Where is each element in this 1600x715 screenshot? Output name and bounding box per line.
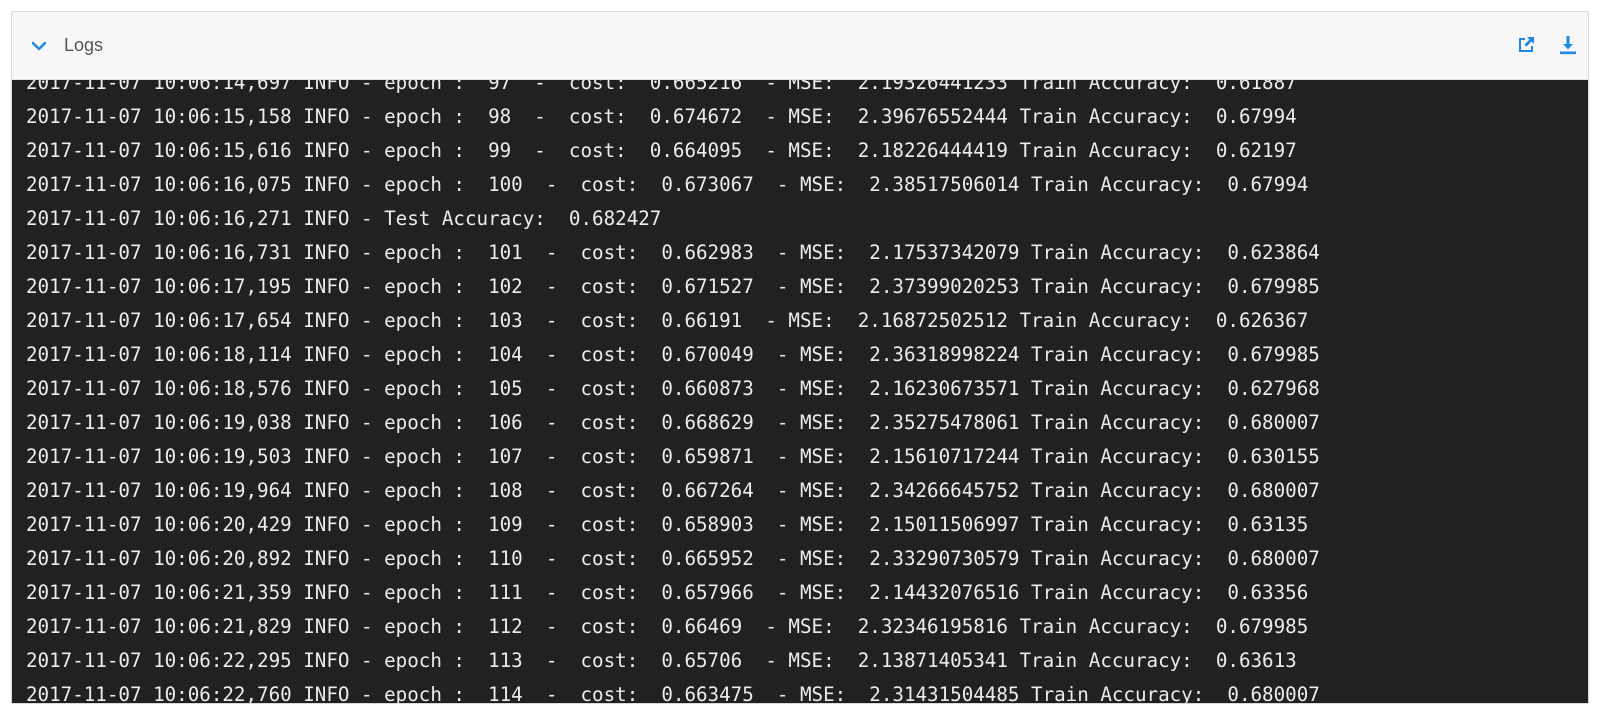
log-line: 2017-11-07 10:06:17,654 INFO - epoch : 1… <box>26 309 1309 332</box>
external-link-icon[interactable] <box>1514 33 1538 57</box>
log-line: 2017-11-07 10:06:20,429 INFO - epoch : 1… <box>26 513 1309 536</box>
log-line: 2017-11-07 10:06:21,829 INFO - epoch : 1… <box>26 615 1309 638</box>
logs-panel-header: Logs <box>12 12 1588 80</box>
log-line: 2017-11-07 10:06:16,731 INFO - epoch : 1… <box>26 241 1320 264</box>
log-line: 2017-11-07 10:06:17,195 INFO - epoch : 1… <box>26 275 1320 298</box>
download-icon[interactable] <box>1556 33 1580 57</box>
log-line: 2017-11-07 10:06:22,760 INFO - epoch : 1… <box>26 683 1320 703</box>
log-line: 2017-11-07 10:06:22,295 INFO - epoch : 1… <box>26 649 1297 672</box>
panel-title: Logs <box>64 35 104 55</box>
log-line: 2017-11-07 10:06:16,075 INFO - epoch : 1… <box>26 173 1309 196</box>
log-line: 2017-11-07 10:06:19,038 INFO - epoch : 1… <box>26 411 1320 434</box>
log-line: 2017-11-07 10:06:20,892 INFO - epoch : 1… <box>26 547 1320 570</box>
log-line: 2017-11-07 10:06:14,697 INFO - epoch : 9… <box>26 80 1297 94</box>
log-line: 2017-11-07 10:06:18,114 INFO - epoch : 1… <box>26 343 1320 366</box>
chevron-down-icon[interactable] <box>28 35 50 57</box>
log-line: 2017-11-07 10:06:21,359 INFO - epoch : 1… <box>26 581 1309 604</box>
log-line: 2017-11-07 10:06:15,616 INFO - epoch : 9… <box>26 139 1297 162</box>
log-line: 2017-11-07 10:06:18,576 INFO - epoch : 1… <box>26 377 1320 400</box>
log-line: 2017-11-07 10:06:16,271 INFO - Test Accu… <box>26 207 662 230</box>
log-lines: 2017-11-07 10:06:14,697 INFO - epoch : 9… <box>26 80 1320 703</box>
log-line: 2017-11-07 10:06:19,964 INFO - epoch : 1… <box>26 479 1320 502</box>
log-line: 2017-11-07 10:06:19,503 INFO - epoch : 1… <box>26 445 1320 468</box>
log-line: 2017-11-07 10:06:15,158 INFO - epoch : 9… <box>26 105 1297 128</box>
logs-panel: Logs 2017-11-07 10:06:14,697 INFO - epoc… <box>11 11 1589 704</box>
log-console[interactable]: 2017-11-07 10:06:14,697 INFO - epoch : 9… <box>12 80 1588 703</box>
